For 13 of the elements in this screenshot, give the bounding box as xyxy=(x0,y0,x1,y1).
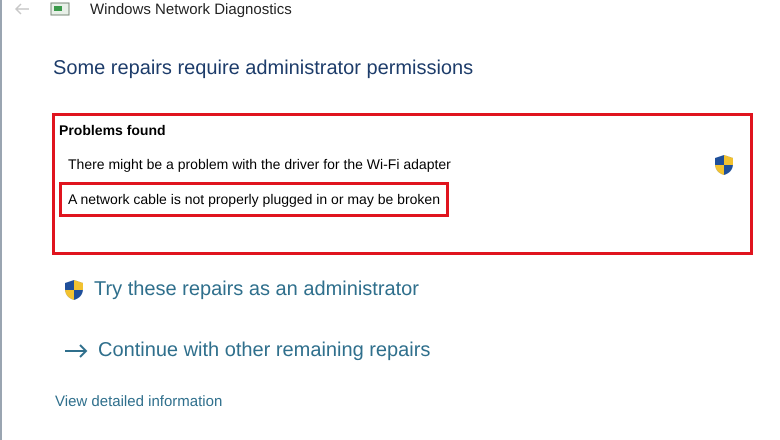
network-app-icon xyxy=(50,2,70,16)
problem-item: A network cable is not properly plugged in or may be broken xyxy=(59,182,449,217)
admin-repair-link[interactable]: Try these repairs as an administrator xyxy=(64,277,780,302)
continue-repairs-link[interactable]: Continue with other remaining repairs xyxy=(64,338,780,363)
shield-icon xyxy=(64,278,84,300)
window-title: Windows Network Diagnostics xyxy=(90,2,292,16)
shield-icon xyxy=(714,154,734,176)
back-arrow-icon[interactable] xyxy=(14,3,30,15)
heading: Some repairs require administrator permissions xyxy=(53,56,474,81)
problem-item: There might be a problem with the driver for the Wi-Fi adapter xyxy=(67,155,452,174)
problems-title: Problems found xyxy=(59,121,167,140)
arrow-icon xyxy=(64,344,88,358)
details-link[interactable]: View detailed information xyxy=(55,391,780,414)
